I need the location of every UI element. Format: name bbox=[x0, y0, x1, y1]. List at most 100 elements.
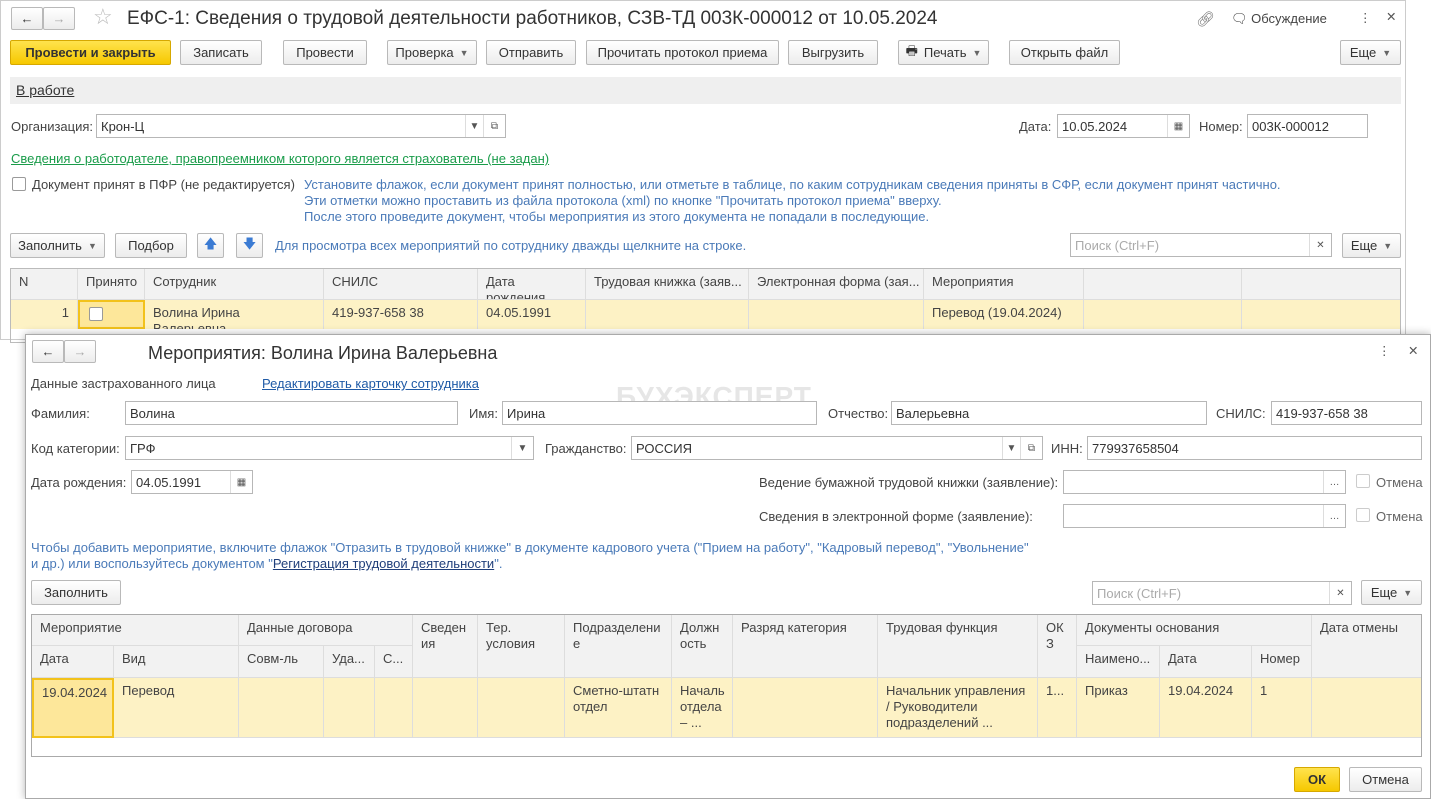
table-more-button[interactable]: Еще ▼ bbox=[1342, 233, 1401, 258]
h-kind[interactable]: Вид bbox=[114, 646, 239, 678]
name-field[interactable]: Ирина bbox=[502, 401, 817, 425]
search-input[interactable]: Поиск (Ctrl+F) ✕ bbox=[1070, 233, 1332, 257]
cancel-button[interactable]: Отмена bbox=[1349, 767, 1422, 792]
electronic-cancel-checkbox[interactable] bbox=[1356, 508, 1370, 522]
more-label: Еще bbox=[1349, 45, 1377, 60]
electronic-field[interactable]: … bbox=[1063, 504, 1346, 528]
col-n[interactable]: N bbox=[11, 269, 78, 299]
clear-icon[interactable]: ✕ bbox=[1309, 234, 1331, 256]
h-okz[interactable]: ОК З bbox=[1038, 615, 1077, 678]
close-icon[interactable]: ✕ bbox=[1408, 343, 1418, 358]
open-file-button[interactable]: Открыть файл bbox=[1009, 40, 1120, 65]
close-icon[interactable]: ✕ bbox=[1386, 9, 1396, 24]
ok-button[interactable]: ОК bbox=[1294, 767, 1340, 792]
h-combo[interactable]: Совм-ль bbox=[239, 646, 324, 678]
read-protocol-button[interactable]: Прочитать протокол приема bbox=[586, 40, 779, 65]
dialog-search-input[interactable]: Поиск (Ctrl+F) ✕ bbox=[1092, 581, 1352, 605]
citizenship-field[interactable]: РОССИЯ ▼ ⧉ bbox=[631, 436, 1043, 460]
h-docname[interactable]: Наимено... bbox=[1077, 646, 1160, 678]
h-info[interactable]: Сведен ия bbox=[413, 615, 478, 678]
col-events[interactable]: Мероприятия bbox=[924, 269, 1084, 299]
col-employee[interactable]: Сотрудник bbox=[145, 269, 324, 299]
table-row[interactable]: 1 Волина Ирина Валерьевна 419-937-658 38… bbox=[11, 300, 1400, 329]
patronymic-label: Отчество: bbox=[828, 406, 889, 421]
dialog-more-button[interactable]: Еще ▼ bbox=[1361, 580, 1422, 605]
more-vert-icon[interactable]: ⋮ bbox=[1378, 343, 1391, 358]
h-c[interactable]: С... bbox=[375, 646, 413, 678]
patronymic-field[interactable]: Валерьевна bbox=[891, 401, 1207, 425]
number-field[interactable]: 003К-000012 bbox=[1247, 114, 1368, 138]
h-remote[interactable]: Уда... bbox=[324, 646, 375, 678]
h-event[interactable]: Мероприятие bbox=[32, 615, 239, 646]
h-cancel-date[interactable]: Дата отмены bbox=[1312, 615, 1421, 678]
h-contract[interactable]: Данные договора bbox=[239, 615, 413, 646]
choose-icon[interactable]: … bbox=[1323, 471, 1345, 493]
h-date[interactable]: Дата bbox=[32, 646, 114, 678]
open-icon[interactable]: ⧉ bbox=[1020, 437, 1042, 459]
h-pos[interactable]: Должн ость bbox=[672, 615, 733, 678]
save-button[interactable]: Записать bbox=[180, 40, 262, 65]
fill-button[interactable]: Заполнить ▼ bbox=[10, 233, 105, 258]
status-link[interactable]: В работе bbox=[16, 82, 74, 98]
more-button[interactable]: Еще ▼ bbox=[1340, 40, 1401, 65]
row-accepted-cell[interactable] bbox=[78, 300, 145, 329]
employer-link[interactable]: Сведения о работодателе, правопреемником… bbox=[11, 151, 549, 166]
forward-button[interactable]: → bbox=[43, 7, 75, 30]
snils-field[interactable]: 419-937-658 38 bbox=[1271, 401, 1422, 425]
inn-field[interactable]: 779937658504 bbox=[1087, 436, 1422, 460]
col-snils[interactable]: СНИЛС bbox=[324, 269, 478, 299]
dropdown-icon[interactable]: ▼ bbox=[1002, 437, 1020, 459]
h-rank[interactable]: Разряд категория bbox=[733, 615, 878, 678]
registration-doc-link[interactable]: Регистрация трудовой деятельности bbox=[273, 556, 494, 571]
print-button[interactable]: 🖶 Печать ▼ bbox=[898, 40, 989, 65]
choose-icon[interactable]: … bbox=[1323, 505, 1345, 527]
dropdown-icon[interactable]: ▼ bbox=[511, 437, 533, 459]
row-accepted-checkbox[interactable] bbox=[89, 307, 103, 321]
h-func[interactable]: Трудовая функция bbox=[878, 615, 1038, 678]
accepted-label: Документ принят в ПФР (не редактируется) bbox=[32, 177, 295, 192]
calendar-icon[interactable]: ▦ bbox=[230, 471, 252, 493]
h-dept[interactable]: Подразделени е bbox=[565, 615, 672, 678]
post-button[interactable]: Провести bbox=[283, 40, 367, 65]
clear-icon[interactable]: ✕ bbox=[1329, 582, 1351, 604]
h-docs[interactable]: Документы основания bbox=[1077, 615, 1312, 646]
accepted-checkbox[interactable] bbox=[12, 177, 26, 191]
move-down-button[interactable]: 🡇 bbox=[236, 233, 263, 258]
col-accepted[interactable]: Принято bbox=[78, 269, 145, 299]
send-button[interactable]: Отправить bbox=[486, 40, 576, 65]
col-birth[interactable]: Дата рождения bbox=[478, 269, 586, 299]
dialog-back-button[interactable]: ← bbox=[32, 340, 64, 363]
open-icon[interactable]: ⧉ bbox=[483, 115, 505, 137]
export-button[interactable]: Выгрузить bbox=[788, 40, 878, 65]
calendar-icon[interactable]: ▦ bbox=[1167, 115, 1189, 137]
dropdown-icon[interactable]: ▼ bbox=[465, 115, 483, 137]
r-date[interactable]: 19.04.2024 bbox=[32, 678, 114, 738]
paper-cancel-checkbox[interactable] bbox=[1356, 474, 1370, 488]
birth-field[interactable]: 04.05.1991 ▦ bbox=[131, 470, 253, 494]
discussion-button[interactable]: 🗨︎ Обсуждение bbox=[1231, 11, 1327, 27]
more-vert-icon[interactable]: ⋮ bbox=[1359, 10, 1372, 25]
date-field[interactable]: 10.05.2024 ▦ bbox=[1057, 114, 1190, 138]
h-docnum[interactable]: Номер bbox=[1252, 646, 1312, 678]
dialog-fill-button[interactable]: Заполнить bbox=[31, 580, 121, 605]
category-field[interactable]: ГРФ ▼ bbox=[125, 436, 534, 460]
org-field[interactable]: Крон-Ц ▼ ⧉ bbox=[96, 114, 506, 138]
h-docdate[interactable]: Дата bbox=[1160, 646, 1252, 678]
link-icon[interactable]: 🔗︎ bbox=[1196, 10, 1215, 28]
paper-book-field[interactable]: … bbox=[1063, 470, 1346, 494]
back-button[interactable]: ← bbox=[11, 7, 43, 30]
post-close-button[interactable]: Провести и закрыть bbox=[10, 40, 171, 65]
move-up-button[interactable]: 🡅 bbox=[197, 233, 224, 258]
col-electronic[interactable]: Электронная форма (зая... bbox=[749, 269, 924, 299]
dropdown-icon: ▼ bbox=[972, 47, 982, 58]
h-ter[interactable]: Тер. условия bbox=[478, 615, 565, 678]
check-button[interactable]: Проверка ▼ bbox=[387, 40, 477, 65]
edit-employee-link[interactable]: Редактировать карточку сотрудника bbox=[262, 376, 479, 391]
select-button[interactable]: Подбор bbox=[115, 233, 187, 258]
r-remote bbox=[324, 678, 375, 738]
col-paper-book[interactable]: Трудовая книжка (заяв... bbox=[586, 269, 749, 299]
hint-text-end: ". bbox=[494, 556, 503, 571]
favorite-star-icon[interactable]: ☆ bbox=[93, 4, 113, 30]
surname-field[interactable]: Волина bbox=[125, 401, 458, 425]
dialog-forward-button[interactable]: → bbox=[64, 340, 96, 363]
